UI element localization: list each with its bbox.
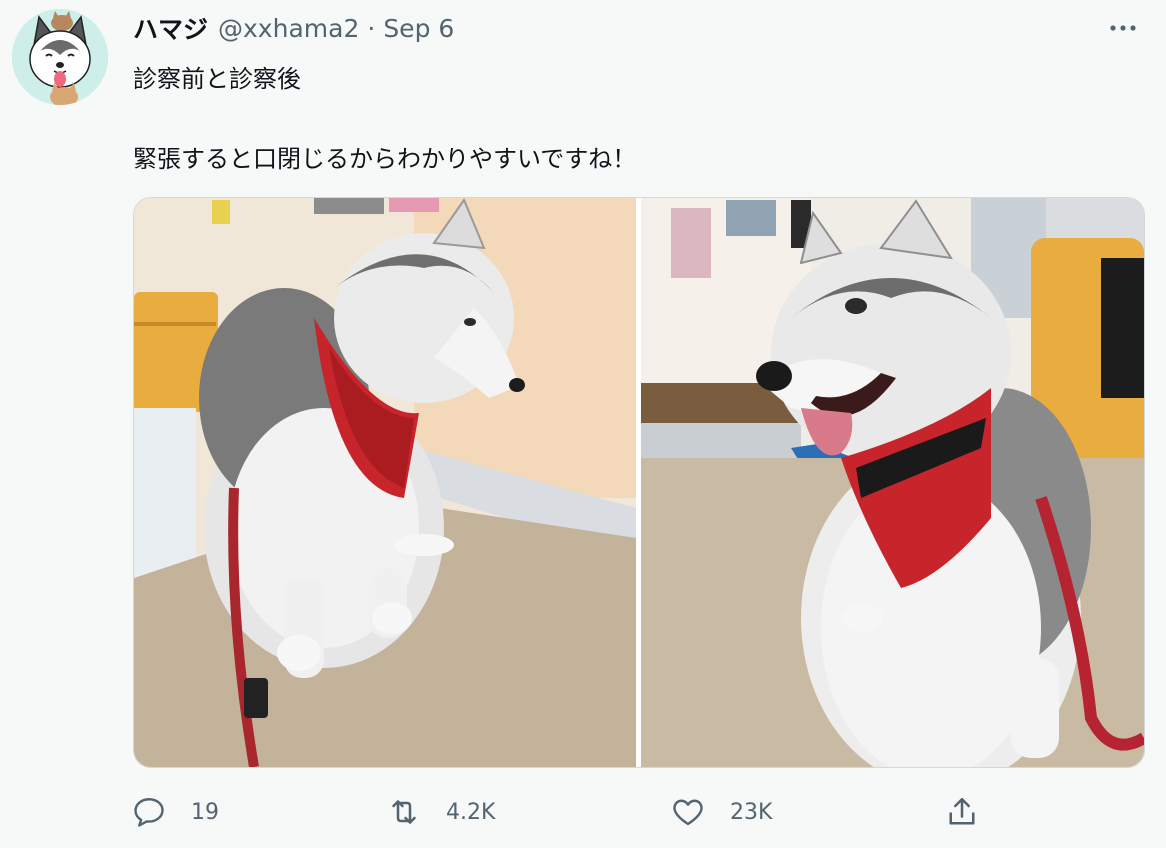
photo-husky-after[interactable] xyxy=(641,198,1144,767)
tweet-date[interactable]: Sep 6 xyxy=(383,14,454,43)
retweet-button[interactable]: 4.2K xyxy=(386,790,495,834)
photo-husky-before[interactable] xyxy=(134,198,636,767)
author-avatar[interactable] xyxy=(12,9,108,105)
retweet-count: 4.2K xyxy=(446,799,496,825)
reply-button[interactable]: 19 xyxy=(131,790,219,834)
more-horizontal-icon xyxy=(1110,25,1136,31)
media-grid xyxy=(133,197,1145,768)
tweet-header: ハマジ @xxhama2 · Sep 6 xyxy=(133,11,454,45)
separator-dot: · xyxy=(367,13,376,43)
share-button[interactable] xyxy=(944,790,980,834)
like-count: 23K xyxy=(730,799,773,825)
husky-avatar-illustration xyxy=(12,9,108,105)
reply-count: 19 xyxy=(191,799,219,825)
tweet-actions: 19 4.2K 23K xyxy=(0,790,1166,834)
reply-icon xyxy=(134,798,164,827)
tweet-text-line-1: 診察前と診察後 xyxy=(133,65,301,93)
like-button[interactable]: 23K xyxy=(670,790,772,834)
author-name[interactable]: ハマジ xyxy=(133,10,208,46)
more-options-button[interactable] xyxy=(1106,15,1140,41)
heart-icon xyxy=(673,799,703,826)
author-handle[interactable]: @xxhama2 xyxy=(218,14,359,43)
retweet-icon xyxy=(392,800,416,824)
share-icon xyxy=(949,797,975,825)
tweet-text-line-2: 緊張すると口閉じるからわかりやすいですね！ xyxy=(133,145,637,173)
